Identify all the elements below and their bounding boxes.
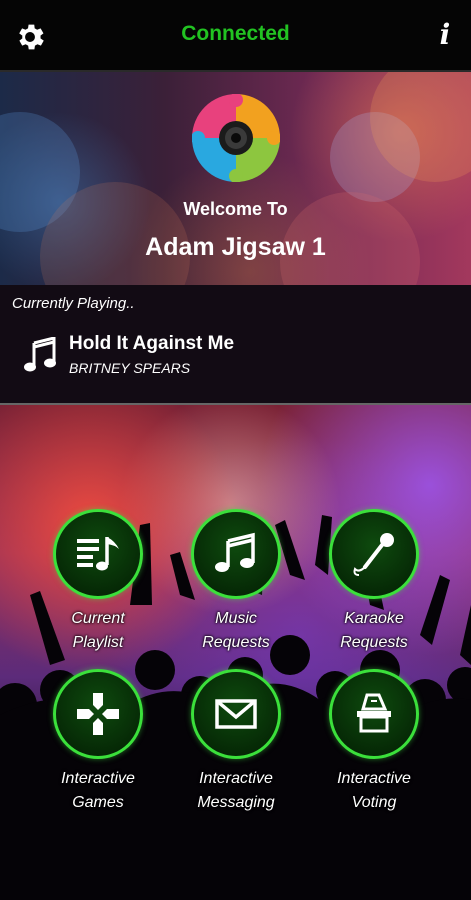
- interactive-messaging-label: Interactive Messaging: [176, 767, 296, 815]
- label-line-1: Karaoke: [344, 610, 404, 627]
- venue-name: Adam Jigsaw 1: [145, 233, 326, 261]
- label-line-2: Games: [72, 794, 124, 811]
- currently-playing-label: Currently Playing..: [12, 295, 135, 312]
- interactive-voting-label: Interactive Voting: [314, 767, 434, 815]
- song-artist: BRITNEY SPEARS: [69, 360, 191, 376]
- interactive-messaging-button[interactable]: Interactive Messaging: [176, 669, 296, 815]
- label-line-1: Interactive: [61, 770, 135, 787]
- label-line-2: Requests: [340, 634, 408, 651]
- karaoke-requests-circle[interactable]: [329, 509, 419, 599]
- karaoke-requests-button[interactable]: Karaoke Requests: [314, 509, 434, 655]
- label-line-1: Current: [71, 610, 125, 627]
- interactive-games-label: Interactive Games: [38, 767, 158, 815]
- current-playlist-button[interactable]: Current Playlist: [38, 509, 158, 655]
- label-line-1: Interactive: [337, 770, 411, 787]
- interactive-games-circle[interactable]: [53, 669, 143, 759]
- karaoke-requests-label: Karaoke Requests: [314, 607, 434, 655]
- microphone-icon: [353, 533, 394, 576]
- playlist-icon: [77, 537, 119, 571]
- interactive-voting-circle[interactable]: [329, 669, 419, 759]
- envelope-icon: [215, 699, 257, 729]
- now-playing-panel: Currently Playing.. Hold It Against Me B…: [0, 285, 471, 405]
- jigsaw-logo-icon: [192, 94, 280, 182]
- label-line-2: Voting: [351, 794, 397, 811]
- label-line-2: Messaging: [197, 794, 275, 811]
- welcome-text: Welcome To: [183, 199, 288, 219]
- concert-background: Current Playlist Music Requests Karaoke …: [0, 405, 471, 900]
- music-requests-label: Music Requests: [176, 607, 296, 655]
- interactive-voting-button[interactable]: Interactive Voting: [314, 669, 434, 815]
- label-line-2: Playlist: [72, 634, 124, 651]
- label-line-1: Music: [215, 610, 257, 627]
- gamepad-icon: [77, 693, 119, 735]
- music-note-icon: [215, 532, 255, 572]
- music-requests-circle[interactable]: [191, 509, 281, 599]
- interactive-games-button[interactable]: Interactive Games: [38, 669, 158, 815]
- current-playlist-label: Current Playlist: [38, 607, 158, 655]
- ballot-box-icon: [357, 693, 391, 733]
- music-requests-button[interactable]: Music Requests: [176, 509, 296, 655]
- label-line-2: Requests: [202, 634, 270, 651]
- welcome-header: Welcome To Adam Jigsaw 1: [0, 72, 471, 285]
- current-playlist-circle[interactable]: [53, 509, 143, 599]
- top-bar: Connected i: [0, 0, 471, 72]
- connection-status: Connected: [181, 22, 290, 45]
- info-icon[interactable]: i: [433, 18, 457, 51]
- interactive-messaging-circle[interactable]: [191, 669, 281, 759]
- music-note-icon: [24, 337, 56, 372]
- label-line-1: Interactive: [199, 770, 273, 787]
- song-title: Hold It Against Me: [69, 333, 235, 354]
